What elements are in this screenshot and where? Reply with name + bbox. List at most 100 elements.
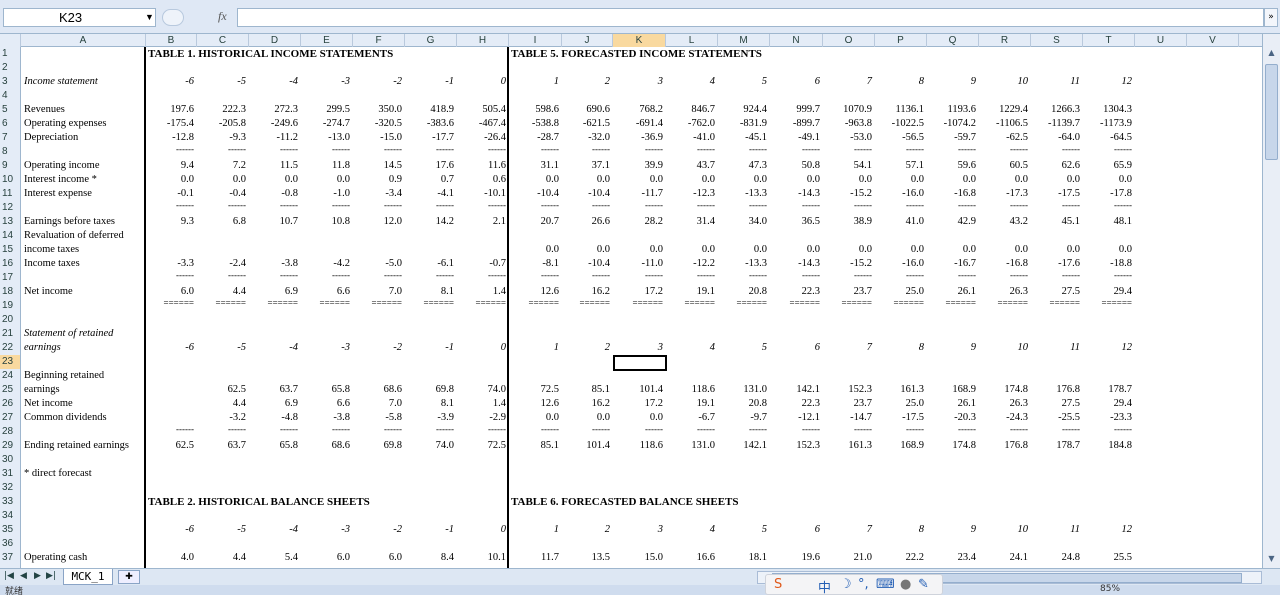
zoom-level[interactable]: 85% — [1100, 584, 1120, 594]
row-label: Beginning retained — [24, 370, 105, 381]
row-header-16[interactable]: 16 — [0, 257, 20, 271]
column-header-r[interactable]: R — [979, 34, 1031, 47]
row-header-29[interactable]: 29 — [0, 439, 20, 453]
user-icon[interactable]: ● — [900, 577, 911, 592]
row-header-10[interactable]: 10 — [0, 173, 20, 187]
name-box-dropdown-icon[interactable]: ▼ — [145, 12, 154, 22]
value-cell: 39.9 — [644, 160, 663, 171]
row-header-25[interactable]: 25 — [0, 383, 20, 397]
select-all-corner[interactable] — [0, 34, 21, 47]
column-header-v[interactable]: V — [1187, 34, 1239, 47]
row-header-6[interactable]: 6 — [0, 117, 20, 131]
rule-cell: ------ — [854, 270, 872, 280]
row-header-32[interactable]: 32 — [0, 481, 20, 495]
vertical-scrollbar[interactable]: ▲ ▼ — [1262, 34, 1280, 568]
row-header-19[interactable]: 19 — [0, 299, 20, 313]
column-header-i[interactable]: I — [509, 34, 562, 47]
row-header-23[interactable]: 23 — [0, 355, 20, 369]
row-header-33[interactable]: 33 — [0, 495, 20, 509]
column-header-k[interactable]: K — [613, 34, 666, 47]
column-header-j[interactable]: J — [562, 34, 613, 47]
prev-sheet-icon[interactable]: ◀ — [20, 571, 27, 581]
sheet-grid[interactable]: TABLE 1. HISTORICAL INCOME STATEMENTS TA… — [21, 47, 1262, 568]
expand-formula-bar-icon[interactable]: » — [1264, 8, 1278, 27]
row-header-5[interactable]: 5 — [0, 103, 20, 117]
row-header-22[interactable]: 22 — [0, 341, 20, 355]
last-sheet-icon[interactable]: ▶| — [46, 571, 56, 581]
column-header-u[interactable]: U — [1135, 34, 1187, 47]
row-header-26[interactable]: 26 — [0, 397, 20, 411]
row-header-27[interactable]: 27 — [0, 411, 20, 425]
column-header-o[interactable]: O — [823, 34, 875, 47]
rule-cell: ------ — [1114, 270, 1132, 280]
value-cell: 0.0 — [180, 174, 194, 185]
vertical-scroll-thumb[interactable] — [1265, 64, 1278, 160]
row-header-18[interactable]: 18 — [0, 285, 20, 299]
value-cell: 22.2 — [905, 552, 924, 563]
keyboard-icon[interactable]: ⌨ — [876, 577, 895, 592]
cancel-enter-icon[interactable] — [162, 9, 184, 26]
name-box[interactable]: K23 — [3, 8, 156, 27]
punctuation-icon[interactable]: °, — [858, 577, 869, 592]
row-header-13[interactable]: 13 — [0, 215, 20, 229]
settings-wrench-icon[interactable]: ✎ — [918, 577, 929, 592]
row-header-15[interactable]: 15 — [0, 243, 20, 257]
column-header-p[interactable]: P — [875, 34, 927, 47]
rule-cell: ------ — [541, 270, 559, 280]
next-sheet-icon[interactable]: ▶ — [34, 571, 41, 581]
column-header-h[interactable]: H — [457, 34, 509, 47]
year-header: 4 — [709, 76, 715, 87]
row-header-9[interactable]: 9 — [0, 159, 20, 173]
column-header-l[interactable]: L — [666, 34, 718, 47]
row-header-2[interactable]: 2 — [0, 61, 20, 75]
column-header-g[interactable]: G — [405, 34, 457, 47]
row-header-7[interactable]: 7 — [0, 131, 20, 145]
row-header-28[interactable]: 28 — [0, 425, 20, 439]
row-header-11[interactable]: 11 — [0, 187, 20, 201]
row-header-21[interactable]: 21 — [0, 327, 20, 341]
rule-cell: ------ — [436, 144, 454, 154]
selected-cell[interactable] — [613, 355, 667, 371]
row-header-37[interactable]: 37 — [0, 551, 20, 565]
row-header-36[interactable]: 36 — [0, 537, 20, 551]
value-cell: 222.3 — [222, 104, 246, 115]
column-header-e[interactable]: E — [301, 34, 353, 47]
column-header-m[interactable]: M — [718, 34, 770, 47]
column-header-c[interactable]: C — [197, 34, 249, 47]
formula-input[interactable] — [237, 8, 1264, 27]
column-header-s[interactable]: S — [1031, 34, 1083, 47]
insert-sheet-icon[interactable]: ✚ — [118, 570, 140, 584]
column-header-a[interactable]: A — [21, 34, 146, 47]
column-header-n[interactable]: N — [770, 34, 823, 47]
column-header-d[interactable]: D — [249, 34, 301, 47]
sheet-tab-mck1[interactable]: MCK_1 — [63, 569, 113, 585]
row-header-31[interactable]: 31 — [0, 467, 20, 481]
first-sheet-icon[interactable]: |◀ — [4, 571, 14, 581]
row-header-8[interactable]: 8 — [0, 145, 20, 159]
row-label: Ending retained earnings — [24, 440, 129, 451]
row-header-34[interactable]: 34 — [0, 509, 20, 523]
row-header-35[interactable]: 35 — [0, 523, 20, 537]
column-header-f[interactable]: F — [353, 34, 405, 47]
row-header-30[interactable]: 30 — [0, 453, 20, 467]
value-cell: 9.4 — [180, 160, 194, 171]
moon-icon[interactable]: ☽ — [840, 577, 852, 592]
row-header-4[interactable]: 4 — [0, 89, 20, 103]
column-header-q[interactable]: Q — [927, 34, 979, 47]
row-header-17[interactable]: 17 — [0, 271, 20, 285]
scroll-down-icon[interactable]: ▼ — [1264, 552, 1279, 566]
row-header-1[interactable]: 1 — [0, 47, 20, 61]
row-header-14[interactable]: 14 — [0, 229, 20, 243]
column-header-b[interactable]: B — [146, 34, 197, 47]
scroll-up-icon[interactable]: ▲ — [1264, 46, 1279, 60]
row-header-24[interactable]: 24 — [0, 369, 20, 383]
row-header-20[interactable]: 20 — [0, 313, 20, 327]
row-header-3[interactable]: 3 — [0, 75, 20, 89]
insert-function-icon[interactable]: fx — [218, 9, 227, 24]
row-header-12[interactable]: 12 — [0, 201, 20, 215]
sogou-logo-icon[interactable]: S — [774, 577, 782, 592]
column-header-t[interactable]: T — [1083, 34, 1135, 47]
chinese-mode-icon[interactable]: 中 — [818, 577, 831, 596]
year-header: 0 — [500, 342, 506, 353]
value-cell: 16.6 — [696, 552, 715, 563]
